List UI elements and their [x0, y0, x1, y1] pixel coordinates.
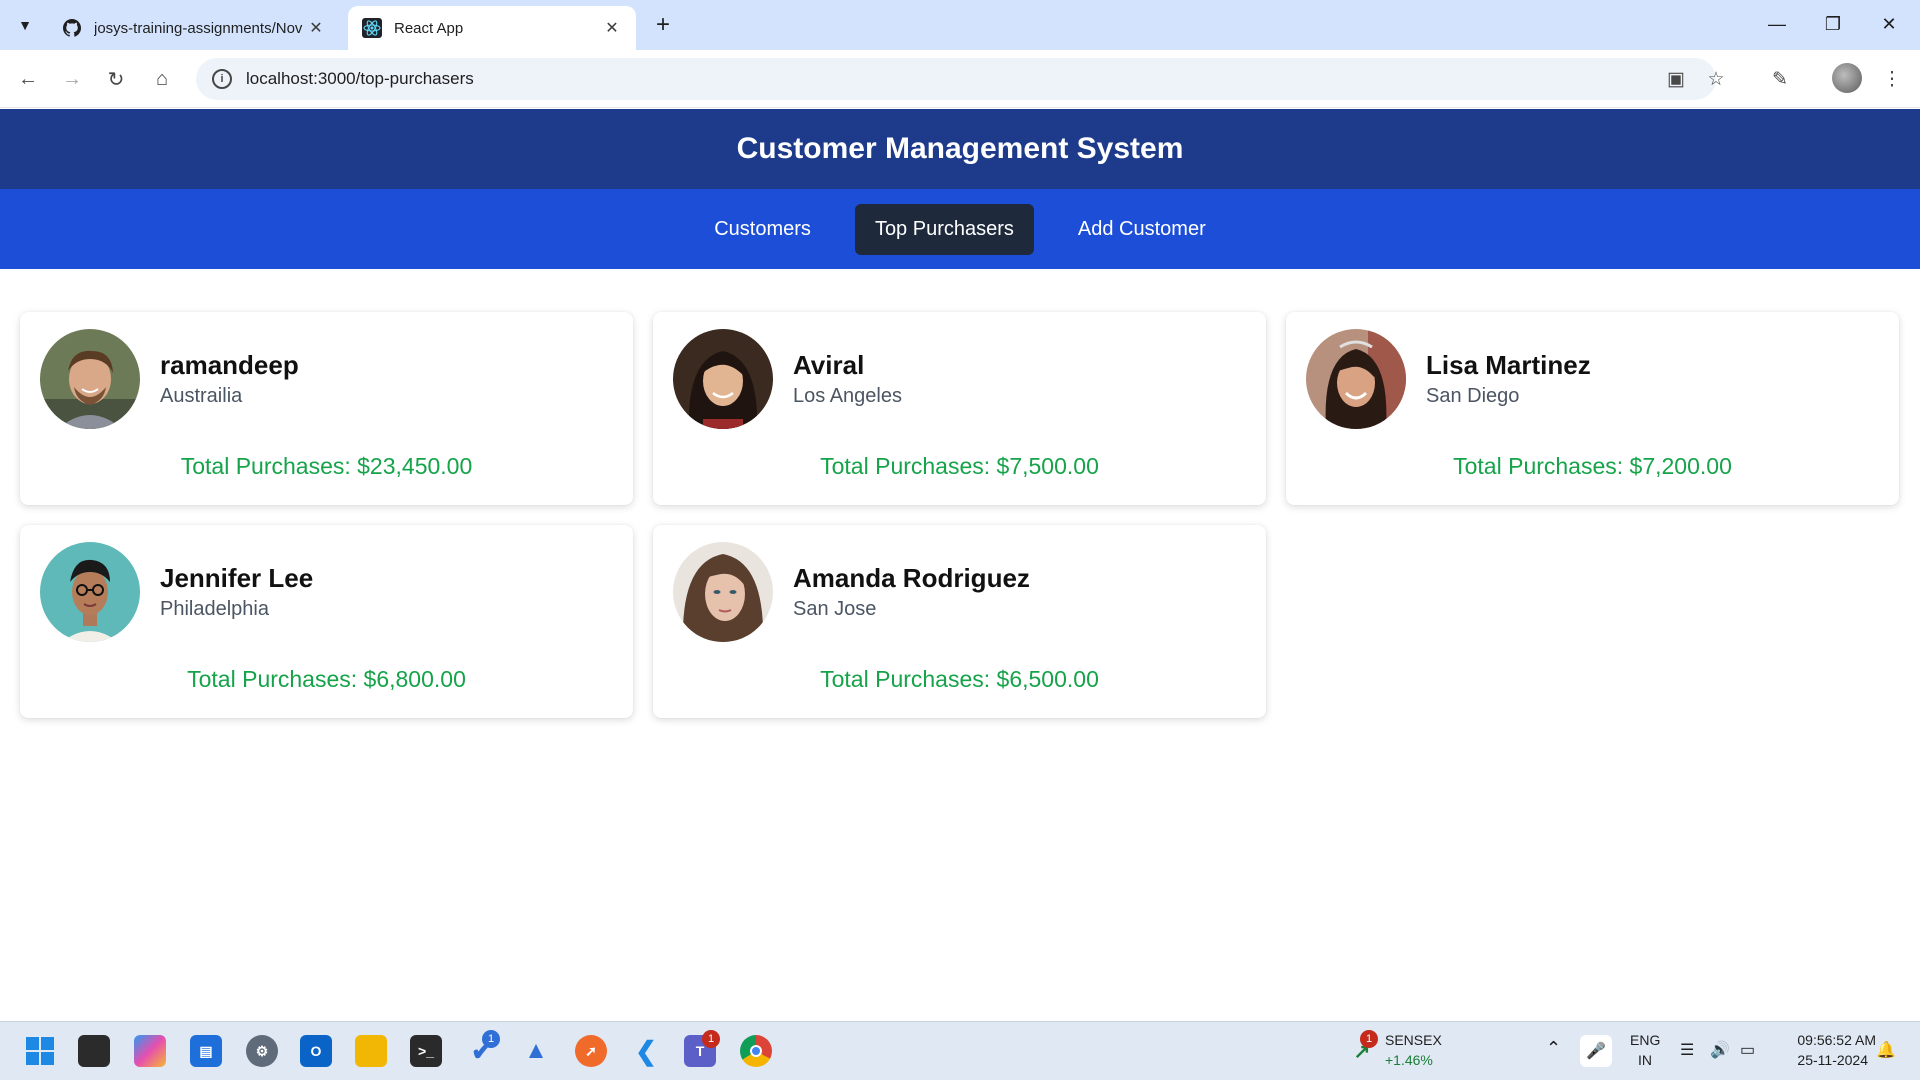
avatar	[1306, 329, 1406, 429]
top-purchasers-grid: ramandeep Austrailia Total Purchases: $2…	[20, 312, 1900, 718]
sensex-label[interactable]: SENSEX	[1385, 1032, 1442, 1048]
browser-tab-react-app[interactable]: React App ✕	[348, 6, 636, 50]
browser-toolbar: ← → ↻ ⌂ i localhost:3000/top-purchasers …	[0, 50, 1920, 108]
back-icon[interactable]: ←	[12, 63, 44, 95]
sensex-change: +1.46%	[1385, 1052, 1433, 1068]
battery-icon[interactable]: ▭	[1740, 1040, 1755, 1060]
bookmark-star-icon[interactable]: ☆	[1700, 63, 1732, 95]
customer-name: Amanda Rodriguez	[793, 563, 1030, 593]
sensex-badge: 1	[1360, 1030, 1378, 1048]
remote-desktop-icon[interactable]: ▤	[190, 1035, 222, 1067]
customer-card: Amanda Rodriguez San Jose Total Purchase…	[653, 525, 1266, 718]
postman-icon[interactable]: ➚	[575, 1035, 607, 1067]
customer-card: Aviral Los Angeles Total Purchases: $7,5…	[653, 312, 1266, 505]
customer-name: Jennifer Lee	[160, 563, 314, 593]
windows-start-icon[interactable]	[24, 1035, 56, 1067]
customer-total-purchases: Total Purchases: $6,800.00	[187, 666, 466, 692]
settings-gear-icon[interactable]: ⚙	[246, 1035, 278, 1067]
chrome-icon[interactable]	[740, 1035, 772, 1067]
chevron-up-icon[interactable]: ⌃	[1546, 1038, 1561, 1059]
extensions-icon[interactable]: ✎	[1764, 63, 1796, 95]
task-view-icon[interactable]	[78, 1035, 110, 1067]
copilot-icon[interactable]	[134, 1035, 166, 1067]
new-tab-icon[interactable]: +	[650, 12, 676, 38]
todo-badge: 1	[482, 1030, 500, 1048]
app-header: Customer Management System	[0, 109, 1920, 189]
customer-city: San Diego	[1426, 385, 1520, 407]
nav-customers[interactable]: Customers	[694, 204, 831, 255]
restore-icon[interactable]: ❐	[1810, 8, 1856, 40]
customer-card: ramandeep Austrailia Total Purchases: $2…	[20, 312, 633, 505]
customer-name: Aviral	[793, 350, 865, 380]
tab-title: React App	[394, 19, 464, 37]
customer-city: Philadelphia	[160, 598, 269, 620]
clock-time[interactable]: 09:56:52 AM	[1776, 1032, 1876, 1048]
customer-total-purchases: Total Purchases: $7,500.00	[820, 453, 1099, 479]
avatar	[673, 329, 773, 429]
customer-card: Jennifer Lee Philadelphia Total Purchase…	[20, 525, 633, 718]
customer-total-purchases: Total Purchases: $6,500.00	[820, 666, 1099, 692]
customer-city: Los Angeles	[793, 385, 902, 407]
nav-add-customer[interactable]: Add Customer	[1058, 204, 1226, 255]
language-top[interactable]: ENG	[1630, 1032, 1660, 1048]
windows-taskbar: ▤ ⚙ O >_ ✔ 1 ▲ ➚ ❮ T 1 ↗ 1 SENSEX +1.46%…	[0, 1021, 1920, 1080]
notification-bell-icon[interactable]: 🔔	[1876, 1040, 1896, 1060]
tab-title: josys-training-assignments/Nov	[94, 19, 303, 37]
clock-date[interactable]: 25-11-2024	[1776, 1052, 1868, 1068]
close-icon[interactable]: ✕	[602, 18, 622, 38]
avatar	[40, 329, 140, 429]
terminal-icon[interactable]: >_	[410, 1035, 442, 1067]
customer-card: Lisa Martinez San Diego Total Purchases:…	[1286, 312, 1899, 505]
browser-tab-bar: ▼ josys-training-assignments/Nov ✕ React…	[0, 0, 1920, 50]
nav-top-purchasers[interactable]: Top Purchasers	[854, 203, 1034, 255]
avatar	[40, 542, 140, 642]
forward-icon[interactable]: →	[56, 63, 88, 95]
home-icon[interactable]: ⌂	[146, 63, 178, 95]
customer-total-purchases: Total Purchases: $23,450.00	[180, 453, 473, 479]
tab-search-dropdown-icon[interactable]: ▼	[10, 10, 40, 40]
customer-city: Austrailia	[160, 385, 243, 407]
file-explorer-icon[interactable]	[355, 1035, 387, 1067]
close-window-icon[interactable]: ✕	[1866, 8, 1912, 40]
url-text[interactable]: localhost:3000/top-purchasers	[246, 69, 474, 89]
address-bar[interactable]: i localhost:3000/top-purchasers	[196, 58, 1716, 100]
profile-avatar[interactable]	[1832, 63, 1862, 93]
install-app-icon[interactable]: ▣	[1660, 63, 1692, 95]
outlook-icon[interactable]: O	[300, 1035, 332, 1067]
avatar	[673, 542, 773, 642]
more-menu-icon[interactable]: ⋮	[1876, 63, 1908, 95]
page-title: Customer Management System	[736, 132, 1184, 165]
site-info-icon[interactable]: i	[212, 69, 232, 89]
close-icon[interactable]: ✕	[306, 18, 326, 38]
microphone-muted-icon[interactable]: 🎤	[1580, 1035, 1612, 1067]
customer-total-purchases: Total Purchases: $7,200.00	[1453, 453, 1732, 479]
azure-icon[interactable]: ▲	[520, 1035, 552, 1067]
vscode-icon[interactable]: ❮	[630, 1035, 662, 1067]
browser-tab-github[interactable]: josys-training-assignments/Nov ✕	[48, 6, 340, 50]
language-bottom[interactable]: IN	[1630, 1052, 1660, 1068]
customer-name: ramandeep	[160, 350, 299, 380]
volume-icon[interactable]: 🔊	[1710, 1040, 1730, 1060]
react-icon	[362, 18, 382, 38]
customer-name: Lisa Martinez	[1426, 350, 1591, 380]
github-icon	[62, 18, 82, 38]
teams-badge: 1	[702, 1030, 720, 1048]
minimize-icon[interactable]: —	[1754, 8, 1800, 40]
reload-icon[interactable]: ↻	[100, 63, 132, 95]
wifi-icon[interactable]: ☰	[1680, 1040, 1694, 1060]
main-nav: Customers Top Purchasers Add Customer	[0, 189, 1920, 269]
customer-city: San Jose	[793, 598, 877, 620]
